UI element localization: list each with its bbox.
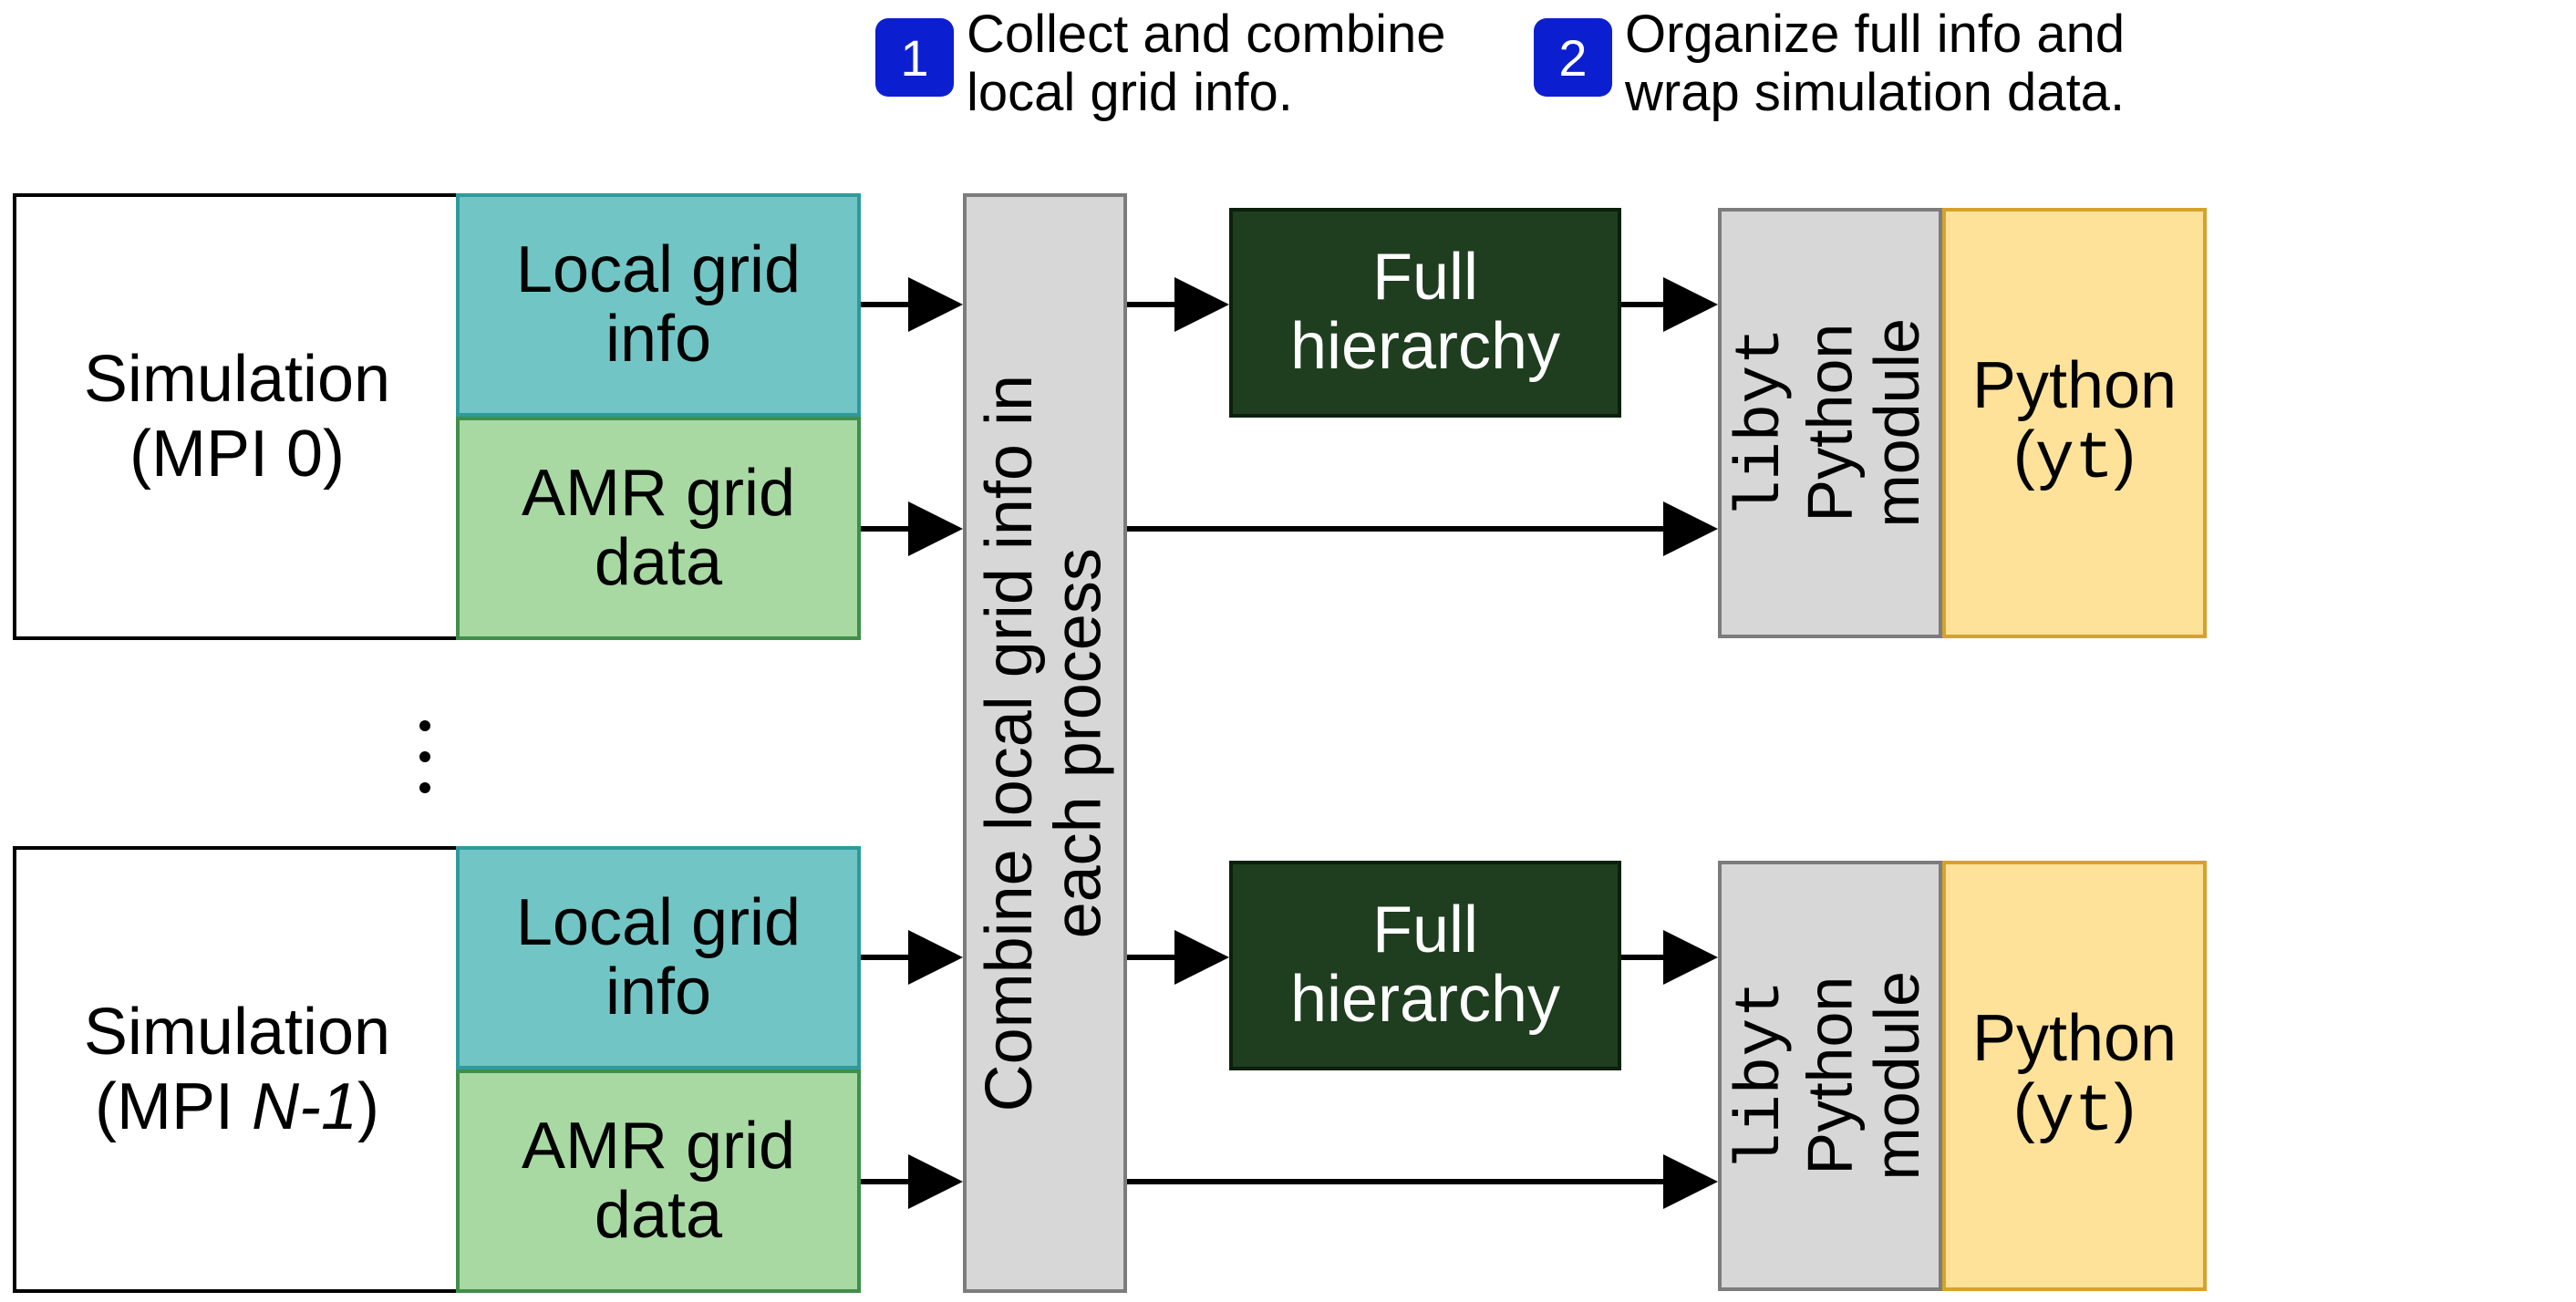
simulation-label-mpi-n-1-line2-prefix: (MPI [95,1070,252,1143]
python-yt-box-bottom: Python (yt) [1942,861,2207,1291]
amr-grid-data-mpi-n-1-line1: AMR grid [522,1110,795,1183]
python-yt-bottom-line2-suffix: ) [2114,1071,2136,1144]
full-hierarchy-bottom-line1: Full [1372,894,1478,966]
python-yt-bottom-line2-prefix: ( [2013,1071,2035,1144]
simulation-label-mpi-0-line1: Simulation [84,343,390,416]
local-grid-info-box-mpi-n-1: Local grid info [456,846,861,1070]
amr-grid-data-mpi-0-line1: AMR grid [522,457,795,530]
local-grid-info-mpi-n-1-line1: Local grid [516,886,801,959]
python-yt-bottom-line1: Python [1972,1002,2177,1075]
step-2-caption-line1: Organize full info and [1625,5,2125,64]
simulation-label-mpi-n-1: Simulation (MPI N-1) [27,846,447,1293]
python-yt-top-line2-mono: yt [2035,422,2114,497]
simulation-label-mpi-n-1-line2-var: N-1 [252,1070,357,1143]
step-2-badge: 2 [1534,18,1612,97]
full-hierarchy-bottom-line2: hierarchy [1290,963,1560,1036]
local-grid-info-mpi-0-line1: Local grid [516,233,801,306]
step-1-badge: 1 [875,18,954,97]
step-1-caption-line1: Collect and combine [967,5,1446,64]
simulation-label-mpi-n-1-line2-suffix: ) [357,1070,379,1143]
libyt-module-bottom-l2: Python [1795,976,1866,1175]
libyt-module-top-l3: module [1861,318,1932,528]
simulation-label-mpi-0: Simulation (MPI 0) [27,193,447,640]
combine-box: Combine local grid info in each process [963,193,1127,1293]
libyt-module-box-bottom: libyt Python module [1718,861,1942,1291]
step-1-caption-line2: local grid info. [967,63,1293,122]
python-yt-top-line2-prefix: ( [2013,418,2035,491]
simulation-label-mpi-n-1-line1: Simulation [84,996,390,1069]
diagram-canvas: 1 Collect and combine local grid info. 2… [0,0,2576,1302]
local-grid-info-mpi-0-line2: info [605,303,711,376]
python-yt-box-top: Python (yt) [1942,208,2207,638]
local-grid-info-box-mpi-0: Local grid info [456,193,861,417]
amr-grid-data-mpi-n-1-line2: data [595,1179,722,1252]
step-1-caption: Collect and combine local grid info. [967,5,1446,122]
step-2-caption: Organize full info and wrap simulation d… [1625,5,2125,122]
full-hierarchy-top-line1: Full [1372,241,1478,314]
libyt-module-bottom-l1: libyt [1726,980,1798,1172]
step-2-number: 2 [1558,28,1587,88]
amr-grid-data-box-mpi-n-1: AMR grid data [456,1070,861,1293]
amr-grid-data-mpi-0-line2: data [595,526,722,599]
full-hierarchy-box-top: Full hierarchy [1229,208,1621,418]
libyt-module-top-l2: Python [1795,324,1866,522]
simulation-label-mpi-0-line2: (MPI 0) [129,418,345,491]
libyt-module-box-top: libyt Python module [1718,208,1942,638]
full-hierarchy-top-line2: hierarchy [1290,310,1560,383]
vertical-ellipsis-icon [419,720,430,793]
combine-line1: Combine local grid info in [973,375,1046,1111]
local-grid-info-mpi-n-1-line2: info [605,956,711,1028]
python-yt-top-line1: Python [1972,349,2177,422]
libyt-module-top-l1: libyt [1726,327,1798,519]
step-2-caption-line2: wrap simulation data. [1625,63,2125,122]
libyt-module-bottom-l3: module [1861,971,1932,1181]
python-yt-bottom-line2-mono: yt [2035,1075,2114,1150]
python-yt-top-line2-suffix: ) [2114,418,2136,491]
step-1-number: 1 [900,28,928,88]
combine-line2: each process [1042,548,1115,938]
full-hierarchy-box-bottom: Full hierarchy [1229,861,1621,1070]
amr-grid-data-box-mpi-0: AMR grid data [456,417,861,640]
